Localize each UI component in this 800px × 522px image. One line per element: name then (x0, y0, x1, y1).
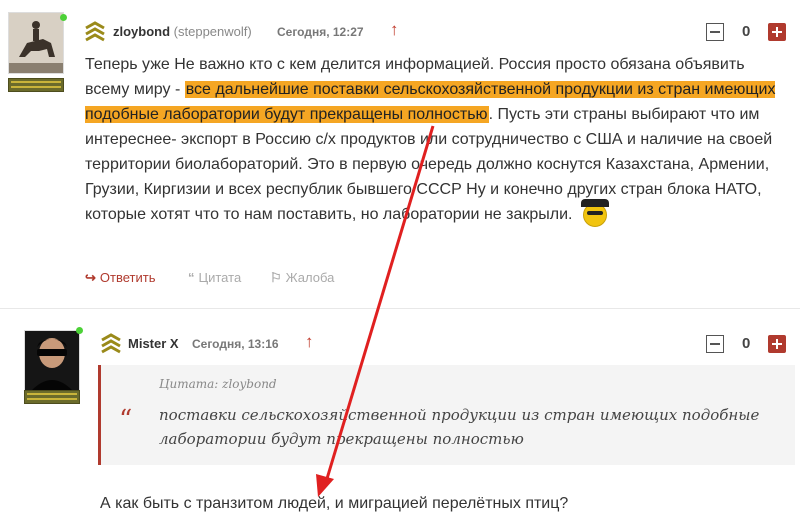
quote-block: Цитата: zloybond “ поставки сельскохозяй… (98, 365, 795, 465)
online-indicator (60, 14, 67, 21)
avatar[interactable] (24, 330, 80, 392)
rating-score: 0 (742, 23, 751, 40)
quote-button[interactable]: “Цитата (188, 270, 241, 285)
report-label: Жалоба (285, 270, 335, 285)
comment-author[interactable]: zloybond (steppenwolf) (113, 24, 252, 39)
reply-arrow-icon: ↪ (85, 270, 96, 285)
quote-icon: “ (188, 270, 195, 285)
rank-bar (8, 78, 64, 92)
chevron-rank-icon (85, 21, 105, 42)
comment-date: Сегодня, 13:16 (192, 337, 279, 351)
vote-up-button[interactable] (768, 335, 786, 353)
report-button[interactable]: ⚐ Жалоба (270, 270, 334, 286)
comment-text-end: . Пусть эти страны выбирают что им интер… (85, 106, 773, 223)
reply-label: Ответить (99, 270, 156, 285)
reply-button[interactable]: ↪ Ответить (85, 270, 155, 286)
comment-divider (0, 308, 800, 309)
online-indicator (76, 327, 83, 334)
chevron-rank-icon (101, 333, 121, 354)
rating-score: 0 (742, 335, 751, 352)
author-name[interactable]: zloybond (113, 24, 170, 39)
spy-smiley-icon (580, 198, 609, 227)
quote-text: поставки сельскохозяйственной продукции … (159, 406, 760, 448)
author-nick: (steppenwolf) (173, 24, 252, 39)
quote-title: Цитата: zloybond (159, 377, 277, 391)
vote-down-button[interactable] (706, 23, 724, 41)
rank-bar (24, 390, 80, 404)
vote-down-button[interactable] (706, 335, 724, 353)
comment-body: Теперь уже Не важно кто с кем делится ин… (85, 52, 785, 227)
report-icon: ⚐ (270, 270, 282, 285)
reply-text: А как быть с транзитом людей, и миграцие… (100, 495, 569, 512)
avatar[interactable] (8, 12, 64, 74)
arrow-up-icon[interactable]: ↑ (390, 20, 399, 40)
vote-up-button[interactable] (768, 23, 786, 41)
comment-date: Сегодня, 12:27 (277, 25, 364, 39)
comment-author[interactable]: Mister X (128, 336, 179, 351)
quote-mark-icon: “ (119, 405, 133, 435)
quote-label: Цитата (198, 270, 242, 285)
arrow-up-icon[interactable]: ↑ (305, 332, 314, 352)
